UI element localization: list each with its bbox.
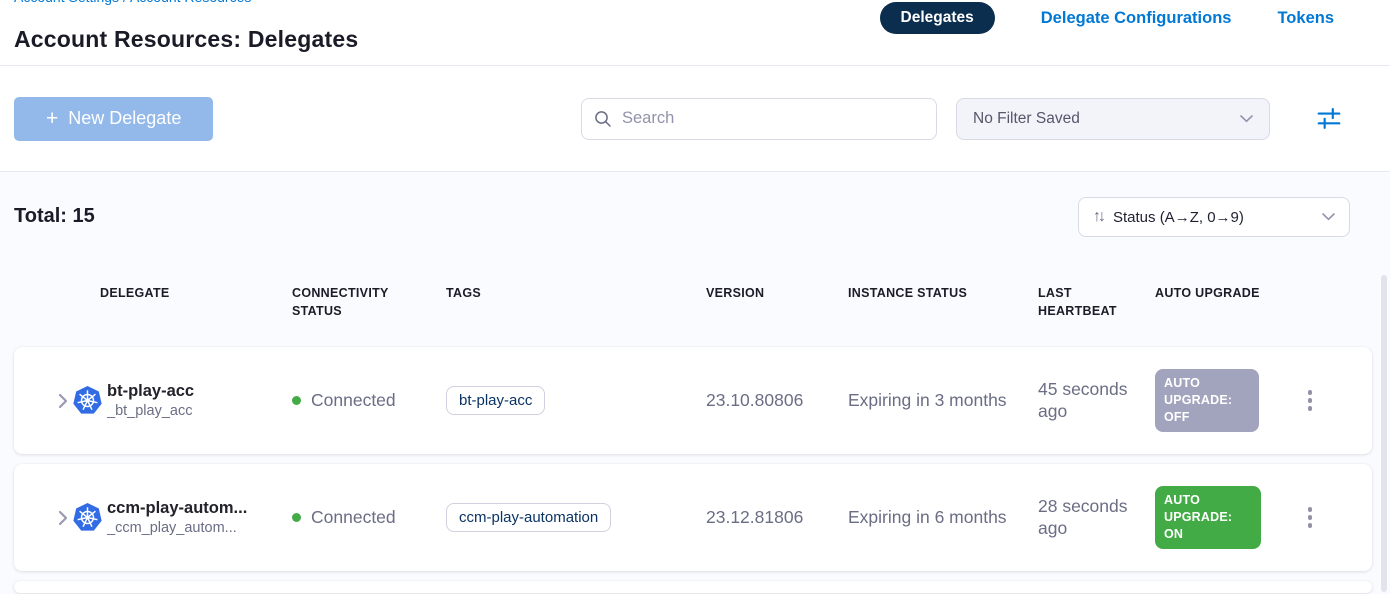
delegate-id: _bt_play_acc xyxy=(107,403,194,419)
plus-icon: + xyxy=(46,108,58,129)
kubernetes-icon xyxy=(72,385,103,416)
last-heartbeat: 45 seconds ago xyxy=(1038,379,1155,423)
filter-sliders-icon[interactable] xyxy=(1316,106,1342,132)
auto-upgrade-badge: AUTO UPGRADE: ON xyxy=(1155,486,1261,549)
page-title: Account Resources: Delegates xyxy=(14,26,358,53)
table-header-row: DELEGATE CONNECTIVITY STATUS TAGS VERSIO… xyxy=(14,285,1372,320)
delegate-id: _ccm_play_autom... xyxy=(107,520,247,536)
tag-chip: bt-play-acc xyxy=(446,386,545,415)
table-row-partial[interactable] xyxy=(14,581,1372,593)
sort-dropdown[interactable]: ↑↓ Status (A→Z, 0→9) xyxy=(1078,197,1350,237)
col-header-auto-upgrade: AUTO UPGRADE xyxy=(1155,285,1290,303)
col-header-tags: TAGS xyxy=(446,285,706,303)
tab-delegates[interactable]: Delegates xyxy=(880,2,995,34)
delegate-version: 23.10.80806 xyxy=(706,390,848,412)
col-header-delegate: DELEGATE xyxy=(14,285,292,303)
table-row[interactable]: ccm-play-autom... _ccm_play_autom... Con… xyxy=(14,464,1372,571)
saved-filter-dropdown[interactable]: No Filter Saved xyxy=(956,98,1270,140)
chevron-down-icon xyxy=(1240,115,1253,123)
chevron-down-icon xyxy=(1322,213,1335,221)
vertical-scrollbar[interactable] xyxy=(1381,275,1387,592)
col-header-last-heartbeat: LAST HEARTBEAT xyxy=(1038,285,1155,320)
tag-chip: ccm-play-automation xyxy=(446,503,611,532)
connectivity-status: Connected xyxy=(311,390,396,411)
search-input[interactable] xyxy=(622,109,924,128)
instance-status: Expiring in 6 months xyxy=(848,507,1038,529)
col-header-instance-status: INSTANCE STATUS xyxy=(848,285,1038,303)
sort-value: Status (A→Z, 0→9) xyxy=(1113,209,1322,226)
col-header-version: VERSION xyxy=(706,285,848,303)
new-delegate-button[interactable]: + New Delegate xyxy=(14,97,213,141)
kubernetes-icon xyxy=(72,502,103,533)
row-options-menu[interactable] xyxy=(1300,503,1320,532)
tab-tokens[interactable]: Tokens xyxy=(1277,9,1334,28)
new-delegate-label: New Delegate xyxy=(68,108,181,129)
breadcrumb[interactable]: Account Settings / Account Resources xyxy=(14,0,434,6)
saved-filter-value: No Filter Saved xyxy=(973,110,1240,128)
delegate-name[interactable]: ccm-play-autom... xyxy=(107,499,247,518)
table-row[interactable]: bt-play-acc _bt_play_acc Connected bt-pl… xyxy=(14,347,1372,454)
expand-chevron-icon[interactable] xyxy=(56,393,70,409)
connected-status-dot xyxy=(292,396,301,405)
delegate-name[interactable]: bt-play-acc xyxy=(107,382,194,401)
page-header: Account Settings / Account Resources Acc… xyxy=(0,0,1390,66)
expand-chevron-icon[interactable] xyxy=(56,510,70,526)
total-count: Total: 15 xyxy=(14,205,95,228)
search-box xyxy=(581,98,937,140)
col-header-connectivity-status: CONNECTIVITY STATUS xyxy=(292,285,446,320)
row-options-menu[interactable] xyxy=(1300,386,1320,415)
auto-upgrade-badge: AUTO UPGRADE: OFF xyxy=(1155,369,1259,432)
delegates-list-panel: Total: 15 ↑↓ Status (A→Z, 0→9) DELEGATE … xyxy=(0,172,1390,594)
connected-status-dot xyxy=(292,513,301,522)
delegate-rows: bt-play-acc _bt_play_acc Connected bt-pl… xyxy=(14,347,1372,593)
sort-arrows-icon: ↑↓ xyxy=(1093,208,1103,226)
tab-delegate-configurations[interactable]: Delegate Configurations xyxy=(1041,9,1232,28)
delegate-version: 23.12.81806 xyxy=(706,507,848,529)
search-icon xyxy=(594,110,612,128)
tab-bar: Delegates Delegate Configurations Tokens xyxy=(880,2,1334,34)
toolbar: + New Delegate No Filter Saved xyxy=(0,66,1390,172)
instance-status: Expiring in 3 months xyxy=(848,390,1038,412)
connectivity-status: Connected xyxy=(311,507,396,528)
last-heartbeat: 28 seconds ago xyxy=(1038,496,1155,540)
